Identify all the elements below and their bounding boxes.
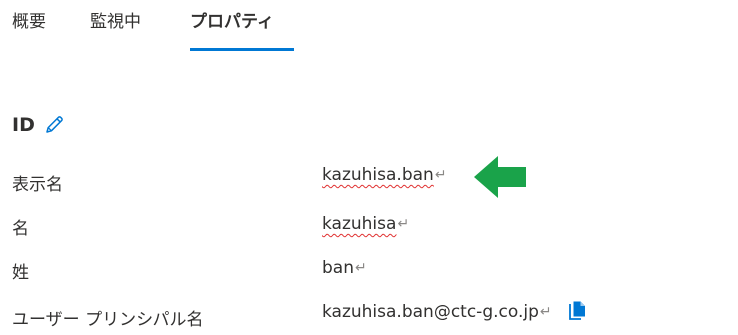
tab-monitoring[interactable]: 監視中 <box>90 8 141 36</box>
pencil-icon[interactable] <box>43 114 65 136</box>
display-name-text: kazuhisa.ban <box>322 165 434 185</box>
first-name-text: kazuhisa <box>322 214 397 234</box>
last-name-text: ban <box>322 258 354 278</box>
display-name-label: 表示名 <box>12 175 63 195</box>
tab-overview[interactable]: 概要 <box>12 8 46 36</box>
identity-section-header: ID <box>12 108 65 142</box>
copy-icon[interactable] <box>566 300 588 324</box>
first-name-label: 名 <box>12 219 29 239</box>
user-principal-name-label: ユーザー プリンシパル名 <box>12 310 204 330</box>
last-name-label: 姓 <box>12 263 29 283</box>
return-mark: ↵ <box>397 216 410 232</box>
tab-properties[interactable]: プロパティ <box>190 8 274 36</box>
last-name-value: ban ↵ <box>322 258 367 278</box>
user-principal-name-value: kazuhisa.ban@ctc-g.co.jp ↵ <box>322 300 588 324</box>
left-arrow-icon <box>474 156 526 198</box>
return-mark: ↵ <box>539 304 552 320</box>
return-mark: ↵ <box>354 260 367 276</box>
first-name-value: kazuhisa ↵ <box>322 214 409 234</box>
display-name-value: kazuhisa.ban ↵ <box>322 165 447 185</box>
section-title: ID <box>12 114 35 136</box>
return-mark: ↵ <box>434 167 447 183</box>
user-principal-name-text: kazuhisa.ban@ctc-g.co.jp <box>322 302 539 322</box>
active-tab-indicator <box>190 48 294 51</box>
